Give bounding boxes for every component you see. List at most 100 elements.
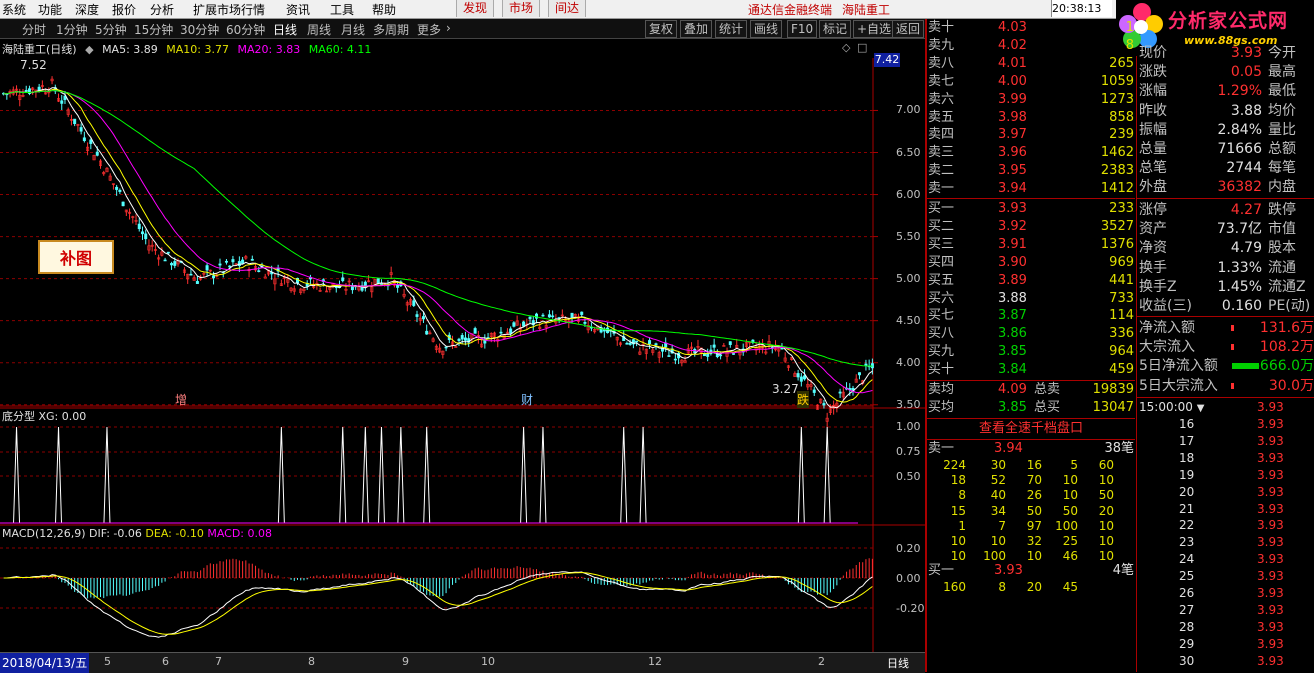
month-label: 7	[215, 655, 222, 668]
candle-body	[79, 127, 83, 132]
buy-level-volume: 114	[1109, 308, 1134, 324]
event-mark-finance[interactable]: 财	[521, 391, 533, 408]
avg-sell-price: 4.09	[998, 382, 1027, 397]
stats-button[interactable]: 统计	[715, 20, 748, 38]
stat-right-label: 内盘	[1268, 179, 1296, 196]
tick-price: 3.93	[1257, 602, 1284, 617]
tick-minute: 17	[1179, 433, 1195, 448]
book-divider	[927, 198, 1135, 199]
chart-close-icon[interactable]: □	[857, 41, 867, 54]
tick-row: 23 3.93	[1139, 534, 1313, 551]
nav-jianda[interactable]: 间达	[548, 0, 587, 17]
buy-level-price: 3.84	[998, 362, 1027, 378]
back-button[interactable]: 返回	[892, 20, 925, 38]
tick-row: 22 3.93	[1139, 517, 1313, 534]
candle-body	[263, 276, 267, 279]
tab-period-30min[interactable]: 30分钟	[180, 21, 219, 38]
tab-period-daily[interactable]: 日线	[273, 21, 297, 38]
legend-diamond-icon[interactable]: ◆	[85, 43, 93, 56]
buy-level-row: 买八 3.86 336	[928, 325, 1134, 343]
macd-value: MACD: 0.08	[207, 527, 272, 540]
mark-button[interactable]: 标记	[819, 20, 852, 38]
stat-label: 外盘	[1139, 179, 1167, 196]
tick-minute: 29	[1179, 636, 1195, 651]
buy-level-price: 3.88	[998, 290, 1027, 306]
fast-sell-cell: 7	[998, 518, 1006, 533]
menu-quote[interactable]: 报价	[112, 1, 136, 18]
f10-button[interactable]: F10	[787, 20, 818, 38]
buy-level-row: 买一 3.93 233	[928, 200, 1134, 218]
nav-discover[interactable]: 发现	[456, 0, 495, 17]
tick-price: 3.93	[1257, 433, 1284, 448]
fund-stat-row: 涨停 4.27 跌停	[1139, 201, 1314, 219]
event-mark-drop[interactable]: 跌	[797, 391, 810, 408]
candle-body	[228, 265, 232, 268]
candle-body	[163, 259, 167, 262]
filter-icon[interactable]: ▼	[1197, 403, 1205, 414]
restore-rights-button[interactable]: 复权	[645, 20, 678, 38]
flow-row: 5日大宗流入 30.0万	[1139, 377, 1314, 395]
menu-ext-market[interactable]: 扩展市场行情	[193, 1, 265, 18]
overlay-button[interactable]: 叠加	[680, 20, 713, 38]
menu-system[interactable]: 系统	[2, 1, 26, 18]
candle-body	[635, 340, 639, 343]
fast-sell-cell: 10	[1098, 534, 1114, 548]
tab-period-15min[interactable]: 15分钟	[134, 21, 173, 38]
legend-ma60: MA60: 4.11	[308, 43, 372, 56]
nav-market[interactable]: 市场	[502, 0, 541, 17]
price-tick-label: 4.00	[896, 355, 921, 369]
tab-period-more[interactable]: 更多	[417, 21, 441, 38]
fast-sell-cell: 34	[990, 503, 1006, 518]
candle-body	[512, 322, 516, 327]
fast-buy1-label: 买一	[928, 563, 955, 578]
tab-period-fenshi[interactable]: 分时	[22, 21, 46, 38]
buy-level-row: 买五 3.89 441	[928, 272, 1134, 290]
menu-depth[interactable]: 深度	[75, 1, 99, 18]
buy-level-label: 买五	[928, 272, 955, 288]
tab-period-weekly[interactable]: 周线	[307, 21, 331, 38]
tab-period-60min[interactable]: 60分钟	[226, 21, 265, 38]
ma-legend: 海陆重工(日线) ◆ MA5: 3.89 MA10: 3.77 MA20: 3.…	[2, 41, 376, 57]
tab-period-1min[interactable]: 1分钟	[56, 21, 88, 38]
candle-body	[673, 358, 677, 361]
buy-level-price: 3.90	[998, 254, 1027, 270]
kline-chart[interactable]	[0, 38, 925, 652]
fast-sell1-price: 3.94	[994, 441, 1023, 456]
draw-line-button[interactable]: 画线	[750, 20, 783, 38]
tab-period-multi[interactable]: 多周期	[373, 21, 409, 38]
tab-period-monthly[interactable]: 月线	[341, 21, 365, 38]
sell-level-price: 3.94	[998, 181, 1027, 197]
scroll-right-icon[interactable]: ›	[446, 21, 451, 35]
menu-function[interactable]: 功能	[38, 1, 62, 18]
buy-level-volume: 964	[1109, 344, 1134, 360]
macd-dea-line	[3, 571, 873, 635]
sell-level-row: 卖二 3.95 2383	[928, 162, 1134, 180]
tab-period-5min[interactable]: 5分钟	[95, 21, 127, 38]
candle-body	[541, 314, 545, 317]
patch-image-badge: 补图	[38, 240, 114, 274]
period-toolbar: 分时 1分钟 5分钟 15分钟 30分钟 60分钟 日线 周线 月线 多周期 更…	[0, 19, 925, 39]
event-mark-increase[interactable]: 增	[175, 391, 187, 408]
menu-tools[interactable]: 工具	[330, 1, 354, 18]
pattern-spike	[823, 426, 831, 524]
menu-news[interactable]: 资讯	[286, 1, 310, 18]
candle-body	[237, 261, 241, 267]
menu-help[interactable]: 帮助	[372, 1, 396, 18]
stat-label: 现价	[1139, 45, 1167, 61]
flow-label: 净流入额	[1139, 320, 1195, 336]
tick-row: 26 3.93	[1139, 585, 1313, 602]
tick-price: 3.93	[1257, 552, 1284, 567]
fast-sell-cell: 10	[950, 534, 966, 548]
candle-body	[444, 346, 448, 349]
pattern-spike	[797, 426, 805, 524]
stat-row: 涨跌 0.05 最高	[1139, 63, 1314, 81]
buy-level-row: 买七 3.87 114	[928, 307, 1134, 325]
avg-buy-row: 买均 3.85 总买 13047	[928, 399, 1134, 417]
fast-book-button[interactable]: 查看全速千档盘口	[927, 418, 1135, 440]
buy-level-label: 买三	[928, 236, 955, 252]
menu-analysis[interactable]: 分析	[150, 1, 174, 18]
pattern-spike	[520, 426, 528, 524]
add-watchlist-button[interactable]: +自选	[853, 20, 896, 38]
chart-diamond-icon[interactable]: ◇	[842, 41, 850, 54]
buy-level-row: 买九 3.85 964	[928, 343, 1134, 361]
